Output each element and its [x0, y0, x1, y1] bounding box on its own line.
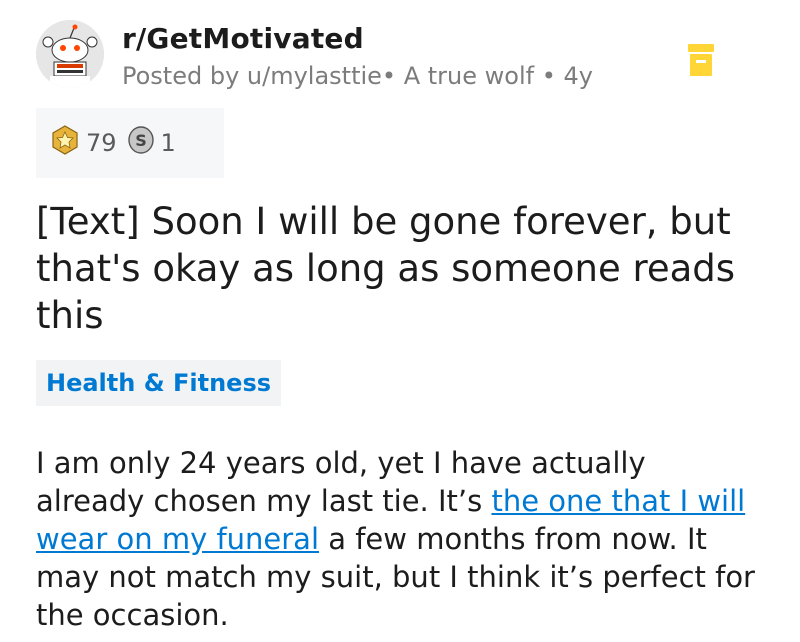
user-flair: • A true wolf [381, 62, 535, 90]
posted-by-link[interactable]: Posted by u/mylasttie [122, 62, 382, 90]
post-age: 4y [563, 62, 593, 90]
post-body: I am only 24 years old, yet I have actua… [36, 444, 756, 634]
awards-bar[interactable]: 79 S 1 [36, 108, 224, 178]
meta-separator: • [534, 62, 564, 90]
save-icon[interactable] [686, 42, 716, 78]
silver-coin-icon: S [127, 125, 155, 161]
snoo-avatar-icon[interactable] [36, 20, 104, 88]
svg-text:S: S [135, 131, 147, 150]
post-meta: Posted by u/mylasttie• A true wolf • 4y [122, 62, 593, 90]
gold-award-count: 79 [86, 129, 117, 157]
subreddit-name[interactable]: r/GetMotivated [122, 22, 364, 55]
silver-award-count: 1 [160, 129, 176, 157]
post-title[interactable]: [Text] Soon I will be gone forever, but … [36, 198, 756, 339]
post-header: r/GetMotivated Posted by u/mylasttie• A … [36, 14, 760, 94]
post-flair[interactable]: Health & Fitness [36, 360, 282, 406]
gold-award-icon [50, 125, 80, 161]
